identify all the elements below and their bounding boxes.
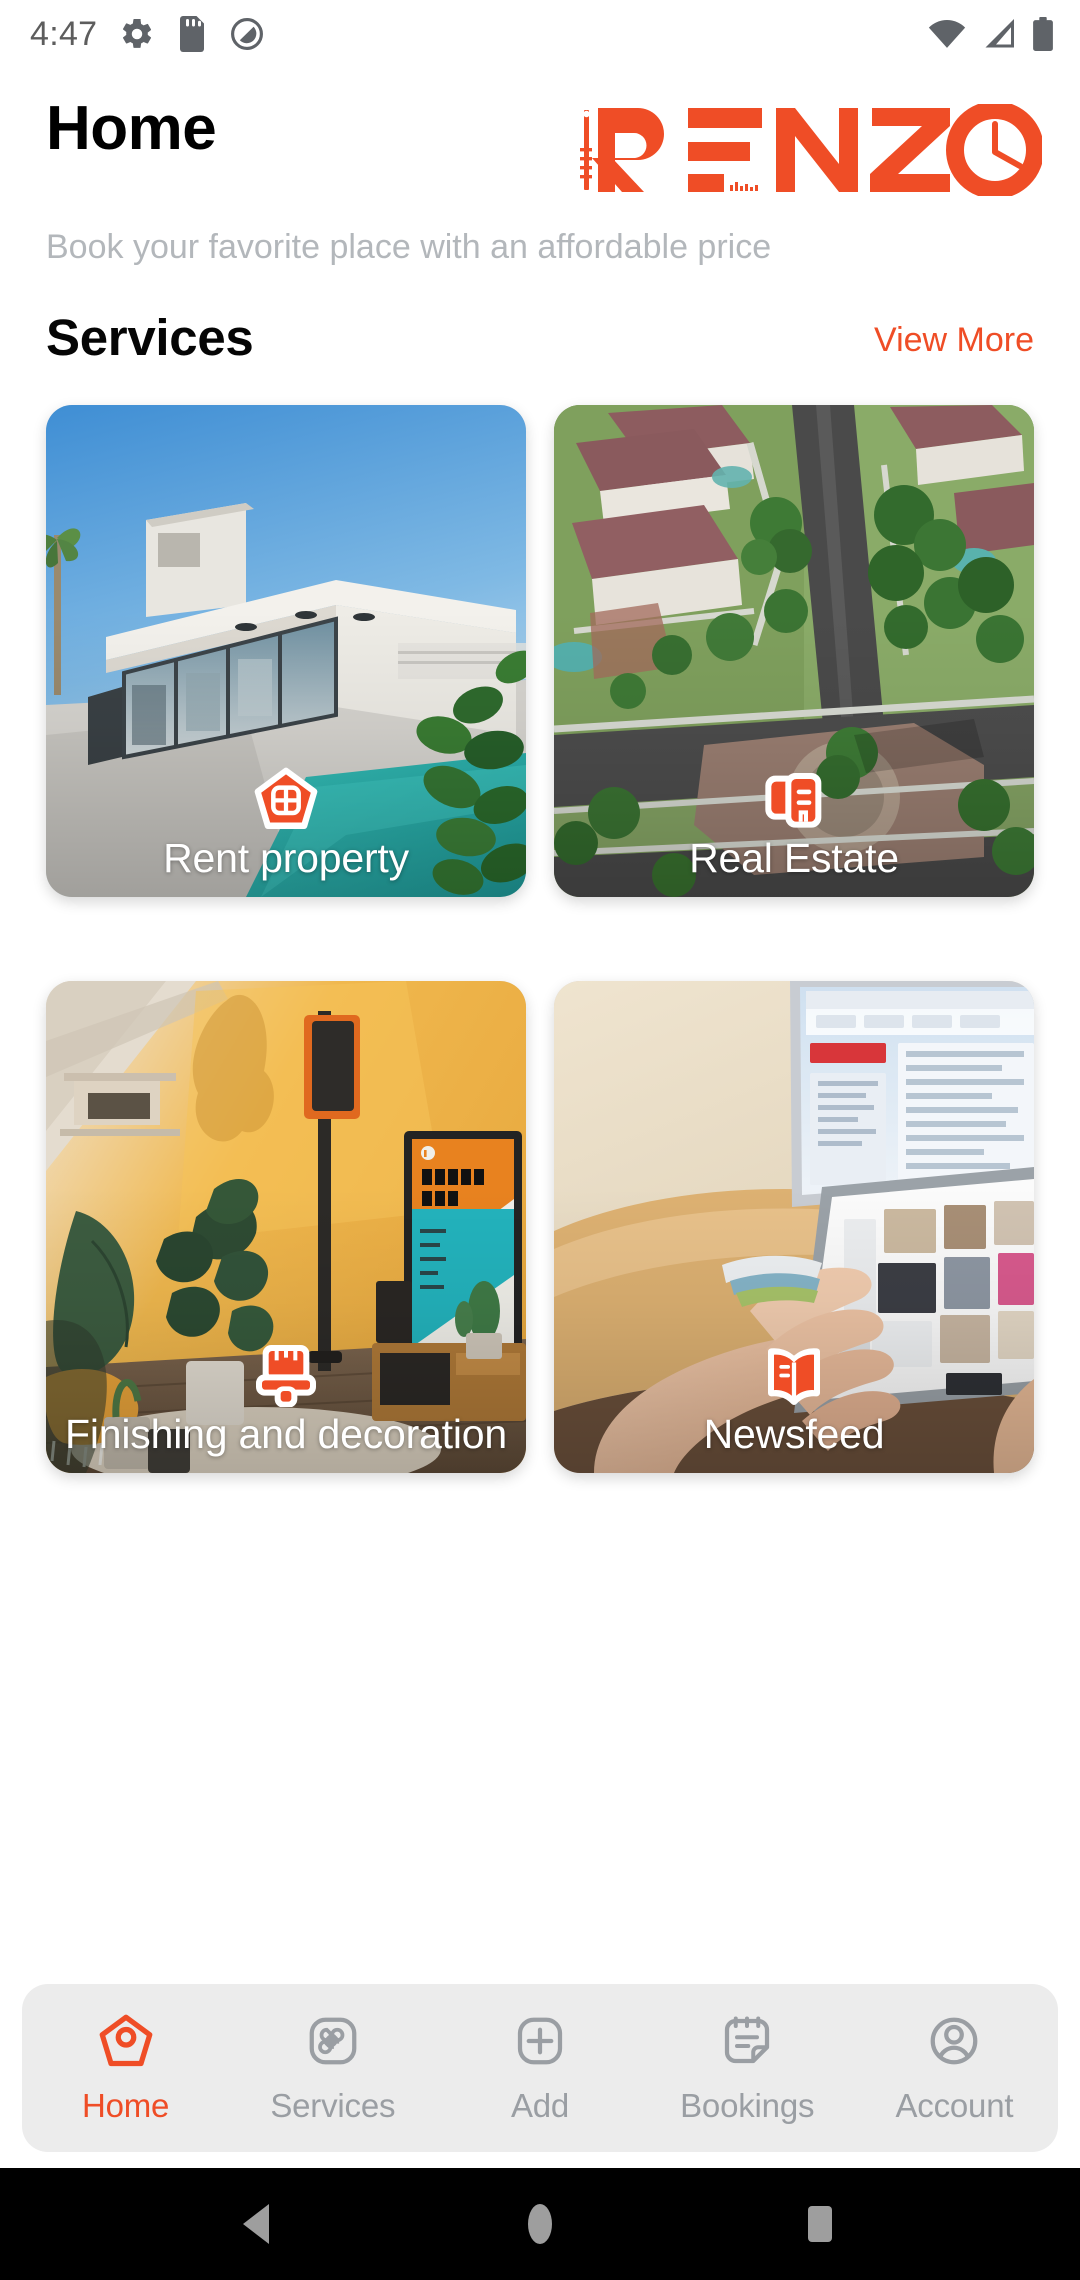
android-back-button[interactable] xyxy=(200,2168,320,2280)
recents-square-icon xyxy=(808,2206,832,2242)
nav-label-services: Services xyxy=(270,2087,396,2124)
back-triangle-icon xyxy=(243,2204,269,2244)
house-window-icon xyxy=(254,767,318,829)
nav-label-home: Home xyxy=(81,2087,170,2124)
service-card-rent-property[interactable]: Rent property xyxy=(46,404,526,897)
sd-card-icon xyxy=(180,16,205,52)
paint-brush-icon xyxy=(256,1344,316,1407)
status-bar: 4:47 xyxy=(0,0,1080,68)
nav-item-account[interactable]: Account xyxy=(851,1984,1058,2152)
nav-label-bookings: Bookings xyxy=(680,2087,815,2124)
status-bar-clock: 4:47 xyxy=(30,14,98,53)
services-section-header: Services View More xyxy=(0,268,1080,367)
nav-item-add[interactable]: Add xyxy=(436,1984,643,2152)
cellular-signal-icon xyxy=(985,19,1014,48)
card-content: Real Estate xyxy=(554,767,1034,879)
notepad-icon xyxy=(725,2016,770,2064)
section-title: Services xyxy=(46,308,254,366)
card-content: Finishing and decoration xyxy=(46,1343,526,1455)
bottom-nav-wrapper: Home Services Add Bookings Account xyxy=(0,1984,1080,2168)
android-home-button[interactable] xyxy=(480,2168,600,2280)
battery-full-icon xyxy=(1033,17,1053,51)
card-label: Finishing and decoration xyxy=(65,1410,507,1457)
plus-box-icon xyxy=(517,2017,563,2065)
home-circle-icon xyxy=(528,2204,552,2244)
wifi-icon xyxy=(928,20,966,48)
card-label: Real Estate xyxy=(689,834,899,881)
renzo-logo-icon xyxy=(580,101,1044,199)
nav-label-add: Add xyxy=(510,2087,570,2124)
nav-label-account: Account xyxy=(895,2087,1014,2124)
app-screen: 4:47 Home Book your favorite place with … xyxy=(0,0,1080,2280)
gear-icon xyxy=(123,18,152,48)
service-card-newsfeed[interactable]: Newsfeed xyxy=(554,980,1034,1473)
bottom-navigation-bar: Home Services Add Bookings Account xyxy=(22,1984,1058,2152)
status-bar-right xyxy=(928,17,1054,51)
card-label: Newsfeed xyxy=(703,1410,885,1457)
card-content: Newsfeed xyxy=(554,1343,1034,1455)
home-pin-icon xyxy=(99,2014,152,2067)
card-label: Rent property xyxy=(163,834,409,881)
card-content: Rent property xyxy=(46,767,526,879)
open-book-icon xyxy=(768,1347,820,1405)
status-bar-left: 4:47 xyxy=(30,15,265,54)
nav-item-home[interactable]: Home xyxy=(22,1984,229,2152)
renzo-logo xyxy=(580,96,1050,201)
service-card-real-estate[interactable]: Real Estate xyxy=(554,404,1034,897)
android-recents-button[interactable] xyxy=(760,2168,880,2280)
page-subtitle: Book your favorite place with an afforda… xyxy=(46,228,772,266)
buildings-icon xyxy=(765,772,822,828)
service-card-finishing-decoration[interactable]: Finishing and decoration xyxy=(46,980,526,1473)
page-header: Home xyxy=(0,68,1080,201)
circle-q-icon xyxy=(231,18,264,50)
services-grid: Rent property Real Estate Finishing and … xyxy=(0,367,1080,1473)
android-system-nav xyxy=(0,2168,1080,2280)
person-circle-icon xyxy=(931,2017,978,2065)
view-more-link[interactable]: View More xyxy=(874,321,1034,360)
page-title: Home xyxy=(46,94,217,163)
nav-item-bookings[interactable]: Bookings xyxy=(644,1984,851,2152)
nav-item-services[interactable]: Services xyxy=(229,1984,436,2152)
command-icon xyxy=(309,2017,357,2065)
